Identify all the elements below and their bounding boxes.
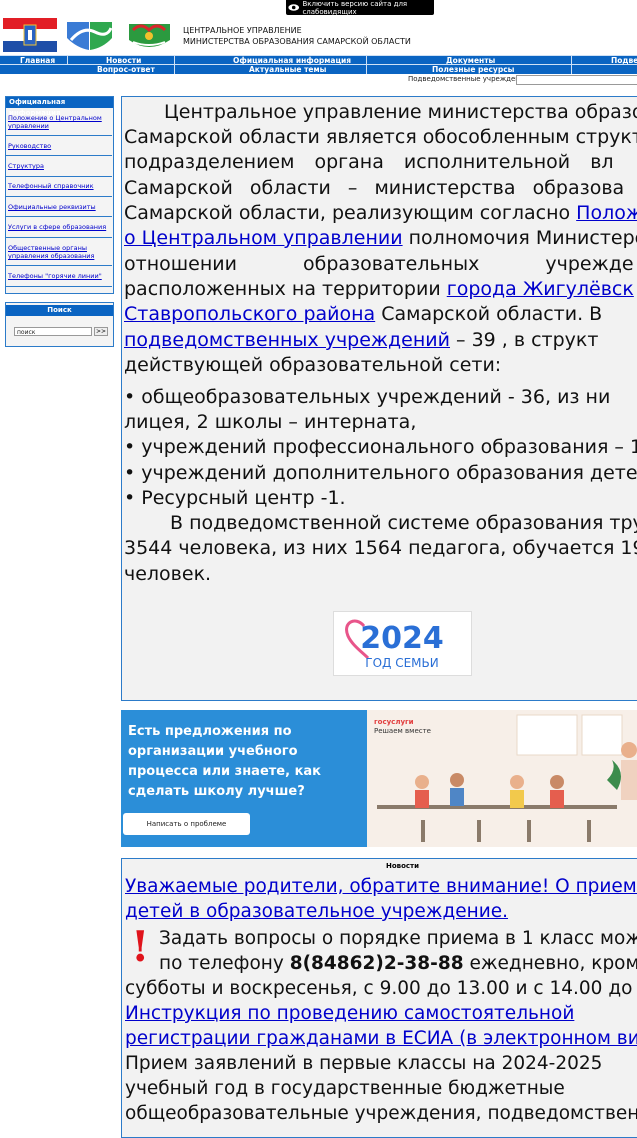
stavropol-district-link[interactable]: Ставропольского района <box>124 303 375 325</box>
exclamation-icon: ! <box>131 922 150 971</box>
sidebar-divider <box>6 135 112 136</box>
zhigulevsk-link[interactable]: города Жигулёвск <box>447 278 634 300</box>
subordinate-select[interactable] <box>516 75 637 85</box>
stats-line: • Ресурсный центр -1. <box>124 487 346 509</box>
intro-line: Самарской области – министерства образов… <box>124 177 625 199</box>
intro-line: подразделением органа исполнительной вл <box>124 151 614 173</box>
sidebar-divider <box>6 155 112 156</box>
intro-line: Самарской области является обособленным … <box>124 126 637 148</box>
sidebar-divider <box>6 286 112 287</box>
main-nav-row2: Вопрос-ответ Актуальные темы Полезные ре… <box>0 64 637 74</box>
news-text: субботы и воскресенья, с 9.00 до 13.00 и… <box>125 978 637 999</box>
year-of-family-logo[interactable]: 2024 ГОД СЕМЬИ <box>333 611 472 676</box>
family-logo-year: 2024 <box>360 621 444 656</box>
banner-text: Есть предложения по организации учебного… <box>128 724 322 799</box>
org-name-line1: ЦЕНТРАЛЬНОЕ УПРАВЛЕНИЕ <box>183 26 302 35</box>
sidebar-item-phone-directory[interactable]: Телефонный справочник <box>8 182 110 190</box>
nav-topics[interactable]: Актуальные темы <box>249 65 326 74</box>
subordinate-select-label: Подведомственные учреждения <box>408 75 529 83</box>
nav-resources[interactable]: Полезные ресурсы <box>432 65 514 74</box>
news-text: по телефону 8(84862)2-38-88 ежедневно, к… <box>159 953 637 974</box>
sidebar-item-hotlines[interactable]: Телефоны "горячие линии" <box>8 272 110 280</box>
org-name-line2: МИНИСТЕРСТВА ОБРАЗОВАНИЯ САМАРСКОЙ ОБЛАС… <box>183 37 411 46</box>
regulation-link[interactable]: о Центральном управлении <box>124 227 403 249</box>
news-text: Прием заявлений в первые классы на 2024-… <box>125 1053 603 1074</box>
stats-line: лицея, 2 школы – интерната, <box>124 411 417 433</box>
accessibility-version-button[interactable]: Включить версию сайта для слабовидящих <box>286 0 434 16</box>
staff-line: В подведомственной системе образования т… <box>170 512 637 534</box>
intro-line: отношении образовательных учрежде <box>124 253 634 275</box>
sidebar-divider <box>6 237 112 238</box>
family-logo-caption: ГОД СЕМЬИ <box>365 656 438 670</box>
nav-divider <box>571 65 572 74</box>
stats-line: • общеобразовательных учреждений - 36, и… <box>124 386 611 408</box>
report-problem-button[interactable]: Написать о проблеме <box>123 813 250 835</box>
search-title: Поиск <box>6 305 113 316</box>
search-input[interactable]: поиск <box>14 327 92 336</box>
sidebar-item-public-bodies[interactable]: Общественные органы управления образован… <box>8 244 110 260</box>
samara-flag-logo[interactable] <box>3 18 57 52</box>
intro-line: о Центральном управлении полномочия Мини… <box>124 227 637 249</box>
nav-divider <box>366 65 367 74</box>
staff-line: человек. <box>124 563 212 585</box>
sidebar-item-services[interactable]: Услуги в сфере образования <box>8 223 110 231</box>
search-submit-button[interactable]: >> <box>94 327 108 336</box>
region-emblem-logo[interactable] <box>123 18 176 54</box>
accessibility-label: Включить версию сайта для слабовидящих <box>302 0 408 16</box>
zhigulevsk-emblem-logo[interactable] <box>63 18 116 54</box>
gosuslugi-name: госуслуги <box>374 718 414 726</box>
stats-line: • учреждений дополнительного образования… <box>124 462 637 484</box>
intro-line: Самарской области, реализующим согласно … <box>124 201 637 226</box>
gosuslugi-logo: госуслуги Решаем вместе <box>374 718 431 736</box>
news-text: учебный год в государственные бюджетные <box>125 1078 565 1099</box>
news-title: Новости <box>386 862 420 870</box>
nav-divider <box>174 65 175 74</box>
staff-line: 3544 человека, из них 1564 педагога, обу… <box>124 537 637 559</box>
intro-line: расположенных на территории города Жигул… <box>124 278 634 300</box>
intro-line: подведомственных учреждений – 39 , в стр… <box>124 329 599 351</box>
news-text: Задать вопросы о порядке приема в 1 клас… <box>159 928 637 949</box>
sidebar-title: Официальная информация <box>6 97 113 117</box>
gosuslugi-slogan: Решаем вместе <box>374 727 431 735</box>
intro-line: действующей образовательной сети: <box>124 354 502 376</box>
regulation-link[interactable]: Положе <box>576 202 637 224</box>
sidebar-item-requisites[interactable]: Официальные реквизиты <box>8 203 110 211</box>
nav-qa[interactable]: Вопрос-ответ <box>97 65 155 74</box>
organization-name: ЦЕНТРАЛЬНОЕ УПРАВЛЕНИЕ МИНИСТЕРСТВА ОБРА… <box>183 25 411 47</box>
intro-line: Ставропольского района Самарской области… <box>124 303 603 325</box>
hotline-phone: 8(84862)2-38-88 <box>289 953 464 974</box>
sidebar-item-management[interactable]: Руководство <box>8 142 110 150</box>
sidebar-divider <box>6 265 112 266</box>
intro-line: Центральное управление министерства обра… <box>164 101 637 123</box>
subordinate-institutions-link[interactable]: подведомственных учреждений <box>124 329 450 351</box>
news-link-esia-instruction[interactable]: регистрации гражданами в ЕСИА (в электро… <box>125 1026 637 1051</box>
sidebar-divider <box>6 176 112 177</box>
sidebar-item-regulation[interactable]: Положение о Центральном управлении <box>8 114 110 130</box>
news-link-admission[interactable]: Уважаемые родители, обратите внимание! О… <box>125 874 637 899</box>
stats-line: • учреждений профессионального образован… <box>124 436 637 458</box>
news-link-esia-instruction[interactable]: Инструкция по проведению самостоятельной <box>125 1001 574 1026</box>
sidebar-divider <box>6 216 112 217</box>
eye-icon <box>288 4 300 11</box>
sidebar-item-structure[interactable]: Структура <box>8 162 110 170</box>
sidebar-divider <box>6 196 112 197</box>
news-link-admission[interactable]: детей в образовательное учреждение. <box>125 899 508 924</box>
news-text: общеобразовательные учреждения, подведом… <box>125 1103 637 1124</box>
